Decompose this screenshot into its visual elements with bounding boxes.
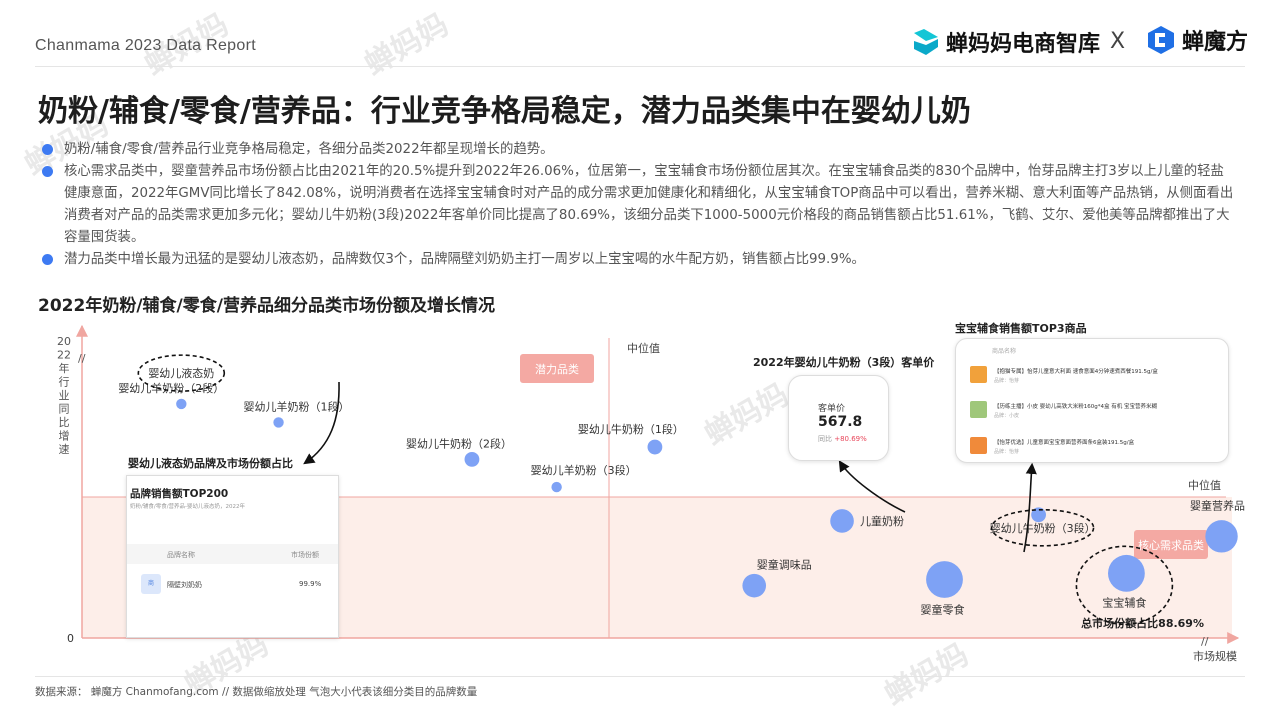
data-point [176, 398, 187, 410]
data-point [464, 451, 480, 467]
product-brand: 品牌：怡芽 [994, 378, 1020, 384]
x-axis-label: 市场规模 [1193, 649, 1237, 663]
y-origin-label: 0 [67, 632, 74, 645]
y-axis-break: // [78, 352, 86, 365]
liquid-milk-brand-card: 品牌销售额TOP200 奶粉/辅食/零食/营养品-婴幼儿液态奶，2022年 品牌… [126, 475, 339, 638]
price-change-value: +80.69% [834, 435, 867, 443]
product-item: 【抱猫专属】怡芽儿童意大利面 速食意面4分钟速煮西餐191.5g/盒 品牌：怡芽 [970, 366, 1220, 388]
baby-food-top3-card: 商品名称 【抱猫专属】怡芽儿童意大利面 速食意面4分钟速煮西餐191.5g/盒 … [955, 338, 1229, 463]
product-item: 【怡芽优选】儿童意面宝宝意面营养面条6盒装191.5g/盒 品牌：怡芽 [970, 437, 1220, 459]
table-header: 品牌名称 市场份额 [127, 544, 338, 564]
product-name: 【怡芽优选】儿童意面宝宝意面营养面条6盒装191.5g/盒 [994, 440, 1135, 446]
data-label: 婴童调味品 [757, 558, 812, 572]
product-brand: 品牌：小皮 [994, 413, 1020, 419]
data-point [1205, 520, 1238, 553]
brand-icon: 商 [141, 574, 161, 594]
data-label: 婴幼儿羊奶粉（3段） [531, 463, 637, 477]
data-label: 宝宝辅食 [1102, 595, 1146, 609]
footer-divider [35, 676, 1245, 677]
card-subtitle: 奶粉/辅食/零食/营养品-婴幼儿液态奶，2022年 [130, 504, 246, 510]
price-label: 客单价 [818, 404, 846, 414]
core-quadrant-label: 核心需求品类 [1138, 538, 1204, 552]
product-item: 【历练主播】小皮 婴幼儿高铁大米粉160g*4盒 有机 宝宝营养米糊 品牌：小皮 [970, 401, 1220, 423]
callout-arrow [303, 381, 340, 465]
data-label: 婴童营养品 [1190, 498, 1245, 512]
price-card-heading: 2022年婴幼儿牛奶粉（3段）客单价 [753, 355, 935, 369]
data-label: 婴幼儿液态奶 [148, 366, 214, 380]
data-label: 婴幼儿牛奶粉（1段） [578, 422, 684, 436]
brand-name: 隔壁刘奶奶 [167, 581, 202, 589]
data-point [926, 561, 963, 598]
x-axis-break: // [1201, 635, 1209, 648]
product-thumbnail [970, 366, 987, 383]
data-source-footer: 数据来源： 蝉魔方 Chanmofang.com // 数据做缩放处理 气泡大小… [35, 686, 478, 698]
data-point [551, 481, 562, 493]
x-median-label: 中位值 [627, 341, 660, 355]
table-header: 商品名称 [992, 348, 1017, 355]
table-row: 商 隔壁刘奶奶 99.9% [127, 572, 338, 598]
y-axis-label: 20 22 年行业同比增速 [57, 335, 71, 456]
column-brand: 品牌名称 [167, 551, 195, 559]
data-point [273, 417, 284, 428]
product-thumbnail [970, 401, 987, 418]
price-value: 567.8 [818, 414, 863, 430]
product-name: 【历练主播】小皮 婴幼儿高铁大米粉160g*4盒 有机 宝宝营养米糊 [994, 404, 1157, 410]
data-label: 儿童奶粉 [860, 514, 904, 528]
top3-card-heading: 宝宝辅食销售额TOP3商品 [955, 321, 1087, 335]
product-brand: 品牌：怡芽 [994, 449, 1020, 455]
data-label: 婴童零食 [921, 602, 965, 616]
liquid-milk-card-heading: 婴幼儿液态奶品牌及市场份额占比 [128, 456, 293, 470]
data-label: 婴幼儿牛奶粉（2段） [406, 436, 512, 450]
data-point [1108, 554, 1145, 592]
product-name: 【抱猫专属】怡芽儿童意大利面 速食意面4分钟速煮西餐191.5g/盒 [994, 369, 1158, 375]
potential-quadrant-label: 潜力品类 [535, 362, 579, 376]
data-point [647, 439, 663, 455]
unit-price-card: 客单价 567.8 同比 +80.69% [788, 375, 889, 461]
product-thumbnail [970, 437, 987, 454]
data-label: 婴幼儿羊奶粉（1段） [244, 399, 350, 413]
data-point [830, 509, 854, 533]
brand-share: 99.9% [299, 580, 322, 588]
data-point [742, 573, 767, 598]
data-label: 婴幼儿牛奶粉（3段） [990, 521, 1096, 535]
y-median-label: 中位值 [1188, 478, 1221, 492]
card-title: 品牌销售额TOP200 [130, 488, 229, 500]
price-change: 同比 +80.69% [818, 435, 867, 443]
column-share: 市场份额 [291, 551, 319, 559]
